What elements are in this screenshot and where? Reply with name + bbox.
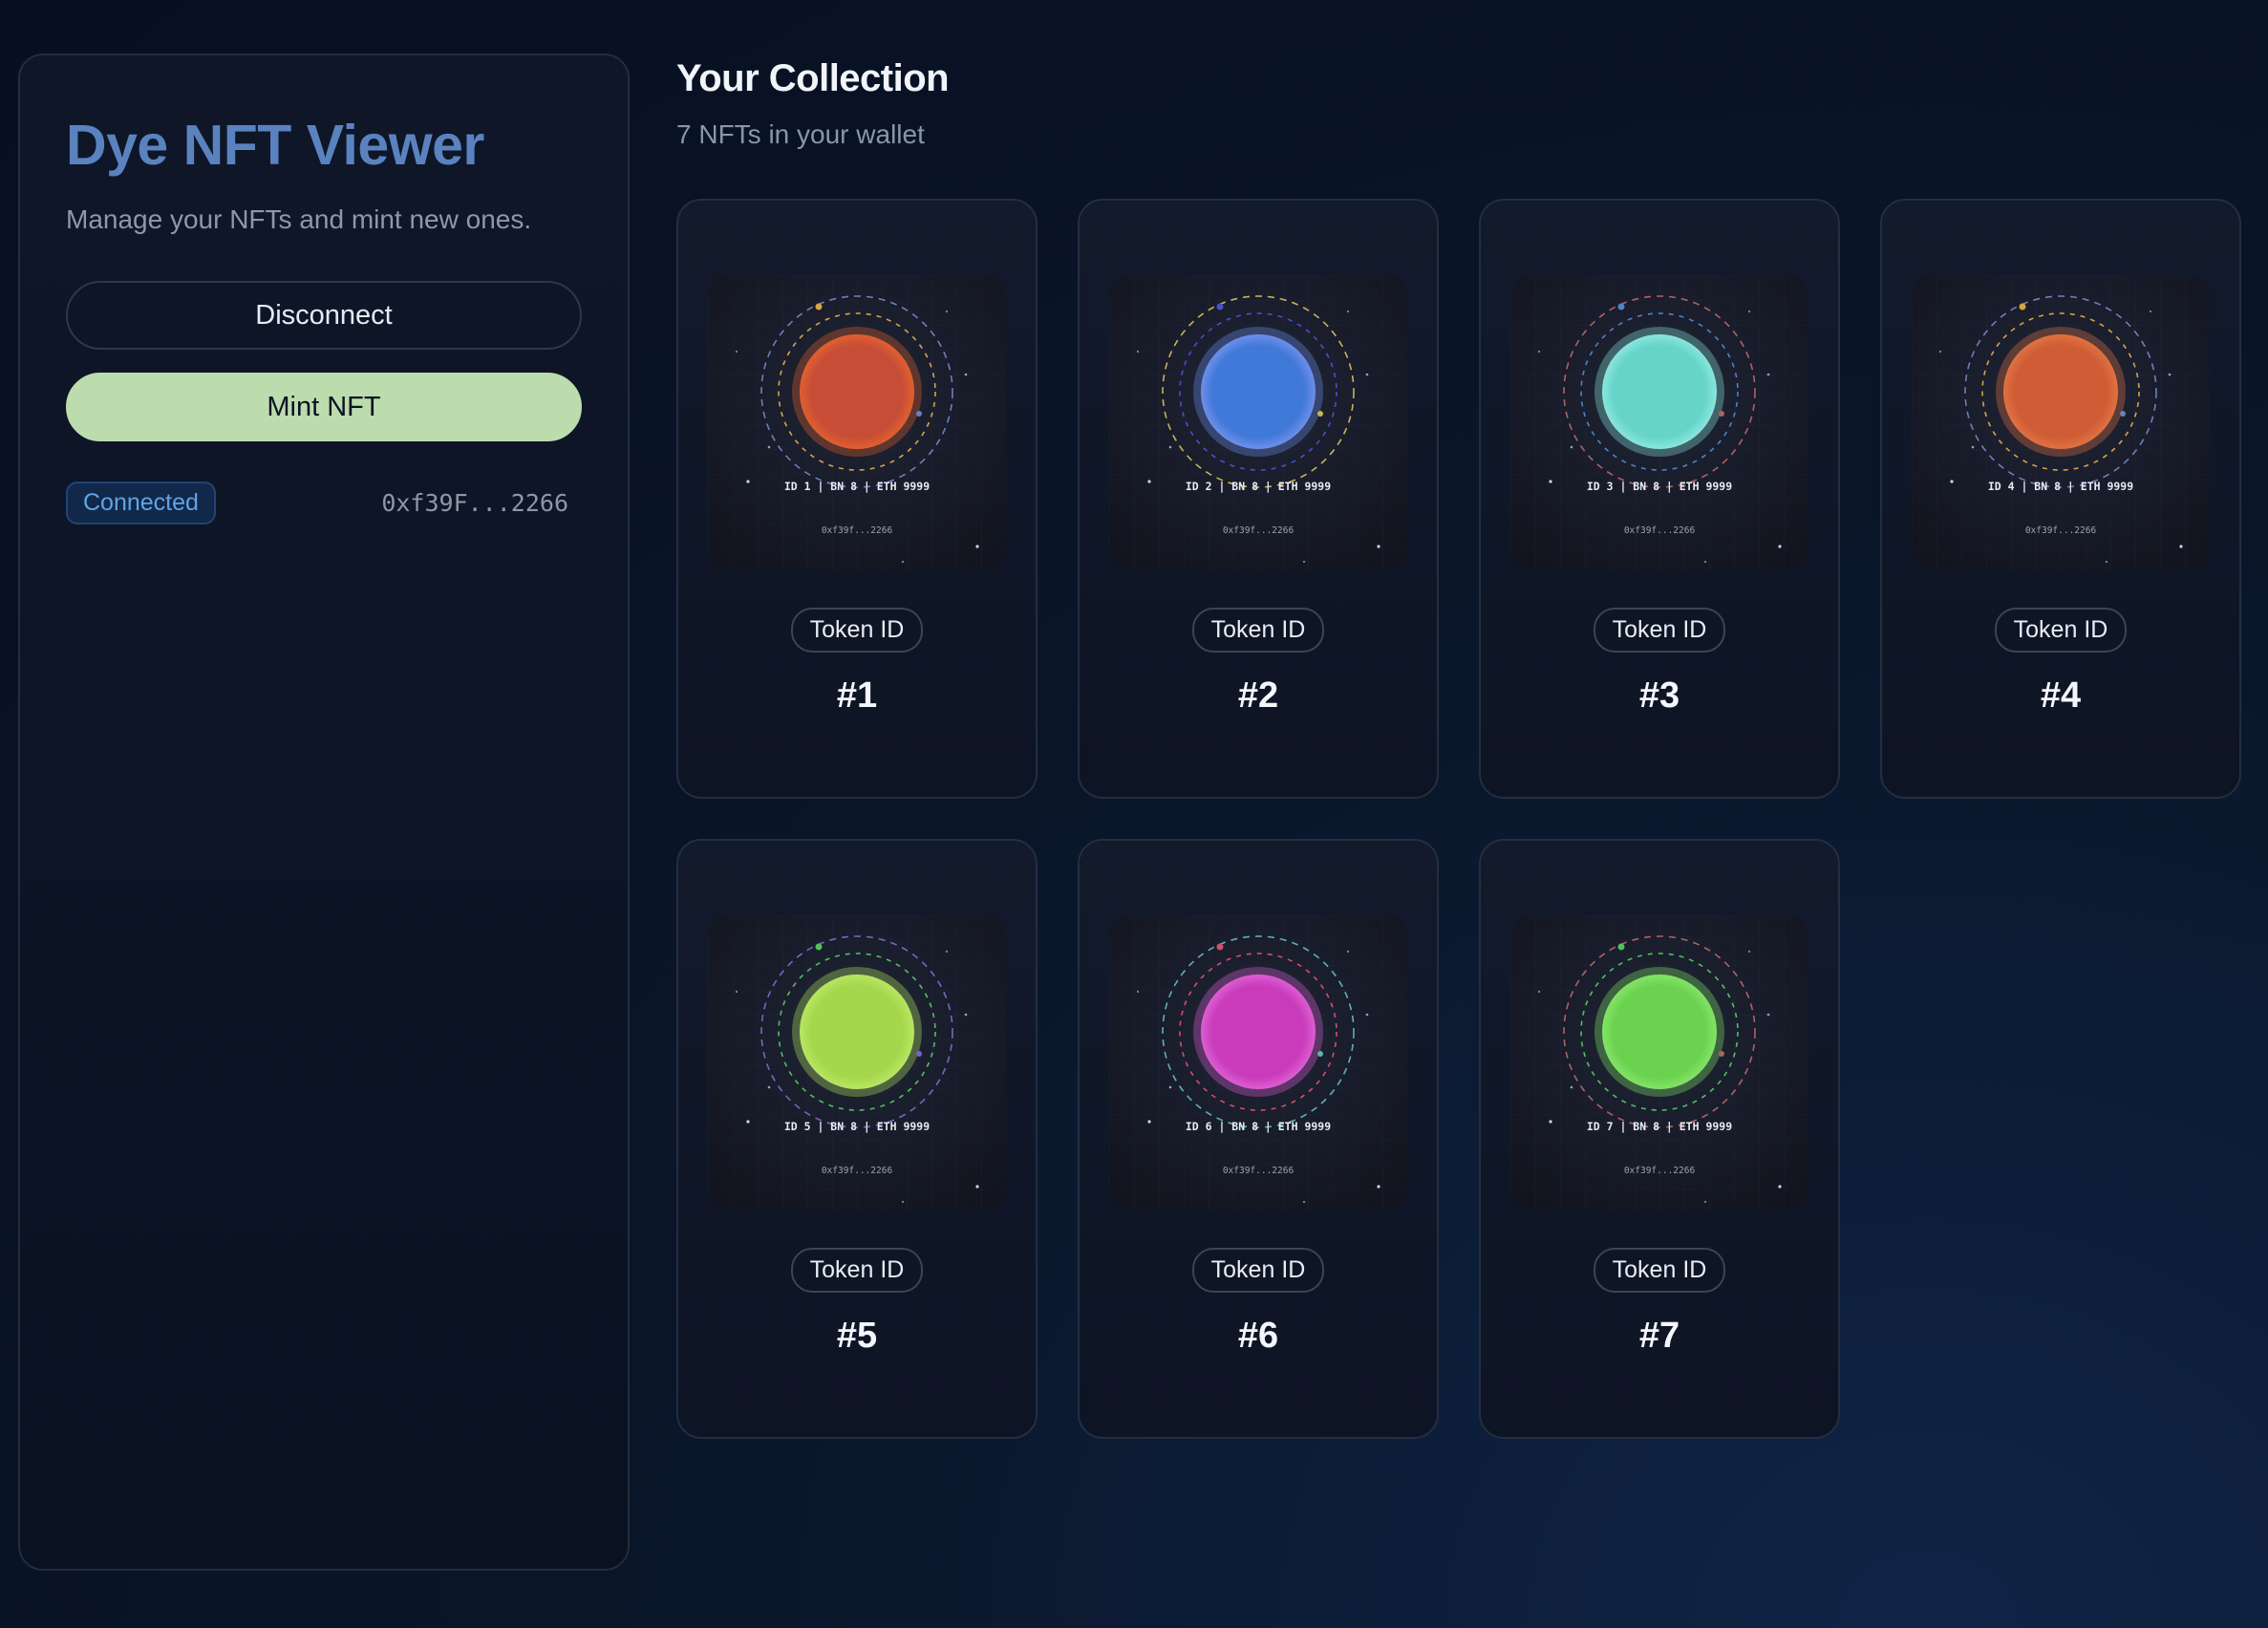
token-id-number: #1: [836, 675, 878, 716]
token-id-label: Token ID: [1994, 608, 2128, 653]
sidebar-panel: Dye NFT Viewer Manage your NFTs and mint…: [18, 54, 630, 1571]
wallet-address: 0xf39F...2266: [381, 489, 568, 517]
nft-card-5[interactable]: ID 5 | BN 8 | ETH 9999 0xf39f...2266 Tok…: [676, 839, 1038, 1439]
nft-artwork: ID 5 | BN 8 | ETH 9999 0xf39f...2266: [708, 915, 1006, 1211]
nft-grid: ID 1 | BN 8 | ETH 9999 0xf39f...2266 Tok…: [676, 199, 2241, 1439]
nft-artwork-svg: ID 6 | BN 8 | ETH 9999 0xf39f...2266: [1109, 915, 1407, 1211]
collection-section: Your Collection 7 NFTs in your wallet ID…: [676, 57, 2243, 1439]
nft-artwork-svg: ID 3 | BN 8 | ETH 9999 0xf39f...2266: [1510, 275, 1808, 571]
token-id-label: Token ID: [1593, 608, 1726, 653]
nft-card-6[interactable]: ID 6 | BN 8 | ETH 9999 0xf39f...2266 Tok…: [1078, 839, 1439, 1439]
app-title: Dye NFT Viewer: [66, 114, 484, 177]
wallet-status-row: Connected 0xf39F...2266: [66, 482, 582, 525]
nft-artwork-address: 0xf39f...2266: [822, 525, 893, 536]
token-id-number: #2: [1237, 675, 1279, 716]
nft-artwork-address: 0xf39f...2266: [822, 1166, 893, 1176]
nft-artwork: ID 7 | BN 8 | ETH 9999 0xf39f...2266: [1510, 915, 1808, 1211]
token-id-label: Token ID: [1593, 1248, 1726, 1293]
nft-artwork-address: 0xf39f...2266: [2025, 525, 2097, 536]
nft-artwork-info: ID 6 | BN 8 | ETH 9999: [1186, 1120, 1331, 1133]
nft-artwork-info: ID 1 | BN 8 | ETH 9999: [784, 480, 930, 493]
app-subtitle: Manage your NFTs and mint new ones.: [66, 204, 532, 234]
token-id-label: Token ID: [790, 1248, 924, 1293]
token-id-number: #7: [1638, 1316, 1680, 1356]
mint-nft-button[interactable]: Mint NFT: [66, 373, 582, 441]
nft-artwork-svg: ID 7 | BN 8 | ETH 9999 0xf39f...2266: [1510, 915, 1808, 1211]
nft-artwork-address: 0xf39f...2266: [1223, 1166, 1294, 1176]
token-id-label: Token ID: [1191, 608, 1325, 653]
token-id-number: #5: [836, 1316, 878, 1356]
nft-artwork: ID 2 | BN 8 | ETH 9999 0xf39f...2266: [1109, 275, 1407, 571]
connection-status-badge: Connected: [66, 482, 216, 525]
nft-artwork-info: ID 2 | BN 8 | ETH 9999: [1186, 480, 1331, 493]
nft-card-4[interactable]: ID 4 | BN 8 | ETH 9999 0xf39f...2266 Tok…: [1880, 199, 2241, 799]
nft-artwork: ID 6 | BN 8 | ETH 9999 0xf39f...2266: [1109, 915, 1407, 1211]
nft-artwork: ID 3 | BN 8 | ETH 9999 0xf39f...2266: [1510, 275, 1808, 571]
nft-artwork-svg: ID 4 | BN 8 | ETH 9999 0xf39f...2266: [1912, 275, 2210, 571]
nft-card-1[interactable]: ID 1 | BN 8 | ETH 9999 0xf39f...2266 Tok…: [676, 199, 1038, 799]
nft-artwork-svg: ID 5 | BN 8 | ETH 9999 0xf39f...2266: [708, 915, 1006, 1211]
token-id-number: #3: [1638, 675, 1680, 716]
token-id-label: Token ID: [790, 608, 924, 653]
token-id-number: #6: [1237, 1316, 1279, 1356]
nft-card-2[interactable]: ID 2 | BN 8 | ETH 9999 0xf39f...2266 Tok…: [1078, 199, 1439, 799]
nft-card-3[interactable]: ID 3 | BN 8 | ETH 9999 0xf39f...2266 Tok…: [1479, 199, 1840, 799]
nft-artwork-address: 0xf39f...2266: [1223, 525, 1294, 536]
nft-artwork-address: 0xf39f...2266: [1624, 1166, 1696, 1176]
nft-card-7[interactable]: ID 7 | BN 8 | ETH 9999 0xf39f...2266 Tok…: [1479, 839, 1840, 1439]
nft-artwork-address: 0xf39f...2266: [1624, 525, 1696, 536]
nft-artwork: ID 1 | BN 8 | ETH 9999 0xf39f...2266: [708, 275, 1006, 571]
nft-artwork-info: ID 5 | BN 8 | ETH 9999: [784, 1120, 930, 1133]
disconnect-button[interactable]: Disconnect: [66, 281, 582, 350]
nft-artwork-info: ID 4 | BN 8 | ETH 9999: [1988, 480, 2133, 493]
token-id-number: #4: [2040, 675, 2082, 716]
token-id-label: Token ID: [1191, 1248, 1325, 1293]
nft-artwork: ID 4 | BN 8 | ETH 9999 0xf39f...2266: [1912, 275, 2210, 571]
nft-artwork-info: ID 3 | BN 8 | ETH 9999: [1587, 480, 1732, 493]
nft-artwork-svg: ID 2 | BN 8 | ETH 9999 0xf39f...2266: [1109, 275, 1407, 571]
collection-count: 7 NFTs in your wallet: [676, 119, 925, 149]
collection-title: Your Collection: [676, 57, 950, 99]
nft-artwork-info: ID 7 | BN 8 | ETH 9999: [1587, 1120, 1732, 1133]
nft-artwork-svg: ID 1 | BN 8 | ETH 9999 0xf39f...2266: [708, 275, 1006, 571]
